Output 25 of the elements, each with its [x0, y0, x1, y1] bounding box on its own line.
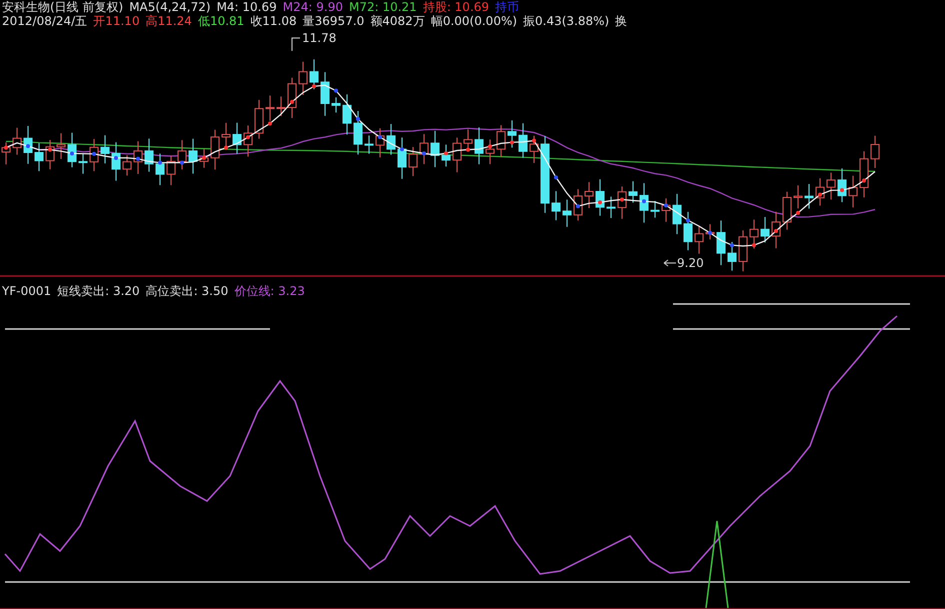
ma-value: M24: 9.90 [282, 0, 343, 14]
ma-value: M72: 10.21 [348, 0, 417, 14]
indicator-value: 短线卖出: 3.20 [57, 284, 140, 298]
quote-value: 量36957.0 [302, 14, 364, 28]
ma-parameters: MA5(4,24,72) [129, 0, 211, 14]
indicator-value: 价位线: 3.23 [234, 284, 305, 298]
date-label: 2012/08/24/五 [2, 14, 88, 28]
quote-value: 低10.81 [198, 14, 244, 28]
stock-title: 安科生物(日线 前复权) [2, 0, 124, 14]
ma-value: M4: 10.69 [216, 0, 277, 14]
quote-value: 振0.43(3.88%) [523, 14, 610, 28]
low-price-label: 9.20 [677, 256, 704, 270]
high-price-label: 11.78 [302, 31, 336, 45]
indicator-value: 高位卖出: 3.50 [146, 284, 228, 298]
quote-value: 额4082万 [370, 14, 425, 28]
quote-value: 收11.08 [250, 14, 297, 28]
arrow-icon [664, 260, 676, 266]
quote-value: 高11.24 [146, 14, 192, 28]
quote-value: 换 [615, 14, 628, 28]
quote-value: 幅0.00(0.00%) [430, 14, 518, 28]
ma-value: 持股: 10.69 [422, 0, 490, 14]
indicator-name: YF-0001 [2, 284, 52, 298]
quote-value: 开11.10 [93, 14, 140, 28]
leader-line [292, 38, 300, 52]
ma-value: 持币 [495, 0, 520, 14]
